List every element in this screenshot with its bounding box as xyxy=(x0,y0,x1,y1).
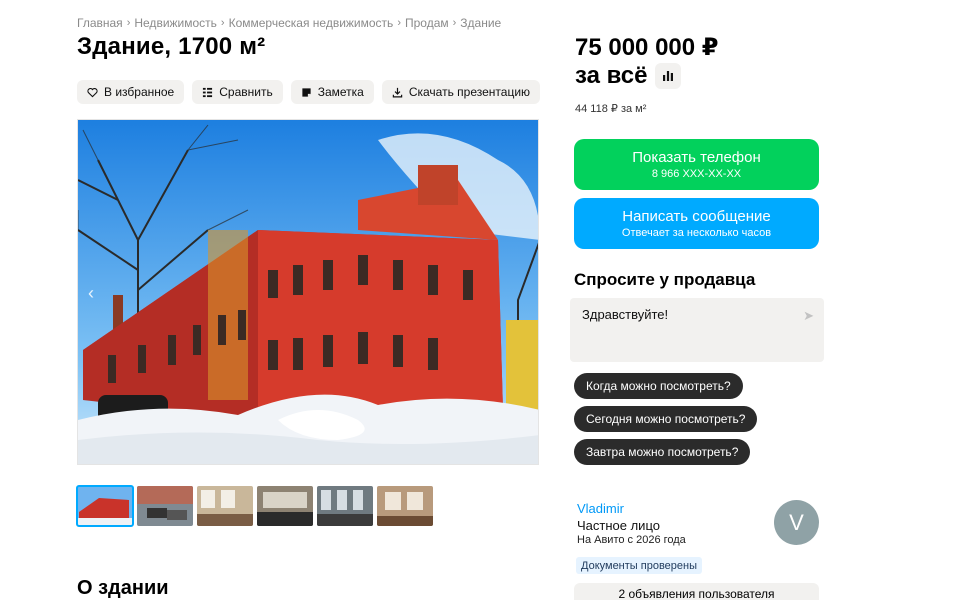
chevron-right-icon: › xyxy=(126,17,131,29)
chevron-right-icon: › xyxy=(397,17,401,29)
about-section-title: О здании xyxy=(77,577,169,599)
thumbnail-2[interactable] xyxy=(137,486,193,526)
breadcrumb-realty[interactable]: Недвижимость xyxy=(134,16,217,30)
thumbnail-5[interactable] xyxy=(317,486,373,526)
response-time: Отвечает за несколько часов xyxy=(621,227,772,239)
compare-label: Сравнить xyxy=(219,85,273,99)
seller-type: Частное лицо xyxy=(577,518,660,533)
price-history-button[interactable] xyxy=(655,63,682,89)
seller-name-link[interactable]: Vladimir xyxy=(577,501,624,516)
thumbnail-strip xyxy=(76,485,433,527)
chevron-left-icon[interactable]: ‹ xyxy=(88,283,94,304)
chevron-right-icon: › xyxy=(220,17,225,29)
message-text: Здравствуйте! xyxy=(582,307,669,322)
breadcrumb-home[interactable]: Главная xyxy=(77,16,123,30)
heart-icon xyxy=(87,87,98,97)
building-photo xyxy=(78,120,538,464)
ask-seller-title: Спросите у продавца xyxy=(574,270,756,289)
compare-button[interactable]: Сравнить xyxy=(192,80,283,104)
note-label: Заметка xyxy=(317,85,364,99)
quick-question-chip[interactable]: Сегодня можно посмотреть? xyxy=(574,406,758,432)
avatar[interactable]: V xyxy=(774,500,819,545)
breadcrumb-commercial[interactable]: Коммерческая недвижимость xyxy=(229,16,394,30)
quick-question-chip[interactable]: Завтра можно посмотреть? xyxy=(574,439,751,465)
documents-verified-badge: Документы проверены xyxy=(576,557,703,574)
price: 75 000 000 ₽ xyxy=(575,34,719,61)
main-photo[interactable] xyxy=(77,119,539,465)
price-suffix-row: за всё xyxy=(575,62,682,90)
send-icon[interactable]: ➤ xyxy=(803,308,814,324)
thumbnail-1[interactable] xyxy=(76,485,134,527)
thumbnail-6[interactable] xyxy=(377,486,433,526)
thumbnail-image xyxy=(257,486,313,526)
thumbnail-image xyxy=(77,486,133,526)
price-per-sqm: 44 118 ₽ за м² xyxy=(575,103,647,115)
seller-since: На Авито с 2026 года xyxy=(577,534,686,546)
thumbnail-image xyxy=(317,486,373,526)
write-message-button[interactable]: Написать сообщение Отвечает за несколько… xyxy=(574,198,819,249)
note-icon xyxy=(302,87,311,97)
quick-question-chip[interactable]: Когда можно посмотреть? xyxy=(574,373,743,399)
download-label: Скачать презентацию xyxy=(408,85,531,99)
favorite-button[interactable]: В избранное xyxy=(77,80,185,104)
user-listings-button[interactable]: 2 объявления пользователя xyxy=(574,583,819,600)
note-button[interactable]: Заметка xyxy=(290,80,374,104)
thumbnail-image xyxy=(137,486,193,526)
thumbnail-3[interactable] xyxy=(197,486,253,526)
price-suffix: за всё xyxy=(575,62,648,89)
thumbnail-4[interactable] xyxy=(257,486,313,526)
download-icon xyxy=(392,87,403,97)
bar-chart-icon xyxy=(663,71,674,81)
thumbnail-image xyxy=(197,486,253,526)
action-bar: В избранное Сравнить Заметка Скачать пре… xyxy=(77,80,541,104)
show-phone-button[interactable]: Показать телефон 8 966 XXX-XX-XX xyxy=(574,139,819,190)
breadcrumb-sell[interactable]: Продам xyxy=(405,16,449,30)
show-phone-label: Показать телефон xyxy=(632,149,761,166)
chevron-right-icon: › xyxy=(452,17,457,29)
favorite-label: В избранное xyxy=(104,85,175,99)
listing-page: Главная › Недвижимость › Коммерческая не… xyxy=(0,0,960,600)
compare-icon xyxy=(203,87,213,97)
phone-number-masked: 8 966 XXX-XX-XX xyxy=(651,168,742,180)
write-message-label: Написать сообщение xyxy=(622,208,771,225)
message-input[interactable]: Здравствуйте! ➤ xyxy=(570,298,824,362)
page-title: Здание, 1700 м² xyxy=(77,33,266,60)
breadcrumb-building[interactable]: Здание xyxy=(460,16,501,30)
breadcrumb: Главная › Недвижимость › Коммерческая не… xyxy=(77,16,501,30)
download-presentation-button[interactable]: Скачать презентацию xyxy=(381,80,541,104)
thumbnail-image xyxy=(377,486,433,526)
